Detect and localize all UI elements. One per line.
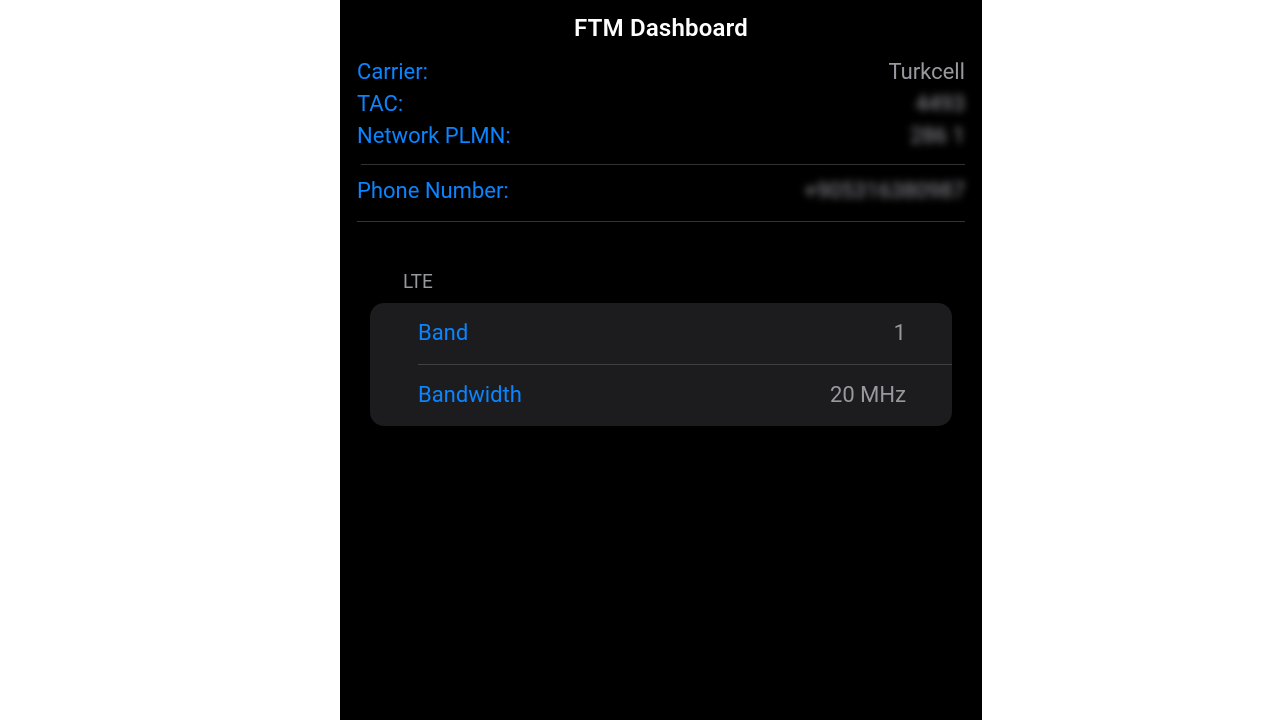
band-row[interactable]: Band 1: [370, 303, 952, 364]
band-value: 1: [894, 321, 906, 346]
network-info-section: Carrier: Turkcell TAC: 4493 Network PLMN…: [340, 56, 982, 222]
tac-value: 4493: [916, 92, 965, 117]
carrier-label: Carrier:: [357, 60, 428, 85]
carrier-value: Turkcell: [888, 60, 965, 85]
phone-number-value: +905316380987: [804, 179, 965, 204]
header: FTM Dashboard: [340, 0, 982, 56]
bandwidth-label: Bandwidth: [418, 383, 522, 408]
bandwidth-row[interactable]: Bandwidth 20 MHz: [370, 365, 952, 426]
lte-heading: LTE: [370, 270, 952, 293]
page-title: FTM Dashboard: [340, 14, 982, 42]
bandwidth-value: 20 MHz: [830, 383, 906, 408]
band-label: Band: [418, 321, 468, 346]
plmn-row: Network PLMN: 286 1: [357, 120, 965, 152]
lte-card: Band 1 Bandwidth 20 MHz: [370, 303, 952, 426]
phone-number-label: Phone Number:: [357, 179, 509, 204]
carrier-row: Carrier: Turkcell: [357, 56, 965, 88]
tac-row: TAC: 4493: [357, 88, 965, 120]
plmn-label: Network PLMN:: [357, 124, 511, 149]
ftm-dashboard-screen: FTM Dashboard Carrier: Turkcell TAC: 449…: [340, 0, 982, 720]
divider: [361, 164, 965, 165]
divider: [357, 221, 965, 222]
phone-number-row: Phone Number: +905316380987: [357, 175, 965, 207]
tac-label: TAC:: [357, 92, 403, 117]
lte-section: LTE Band 1 Bandwidth 20 MHz: [340, 270, 982, 426]
plmn-value: 286 1: [910, 124, 965, 149]
